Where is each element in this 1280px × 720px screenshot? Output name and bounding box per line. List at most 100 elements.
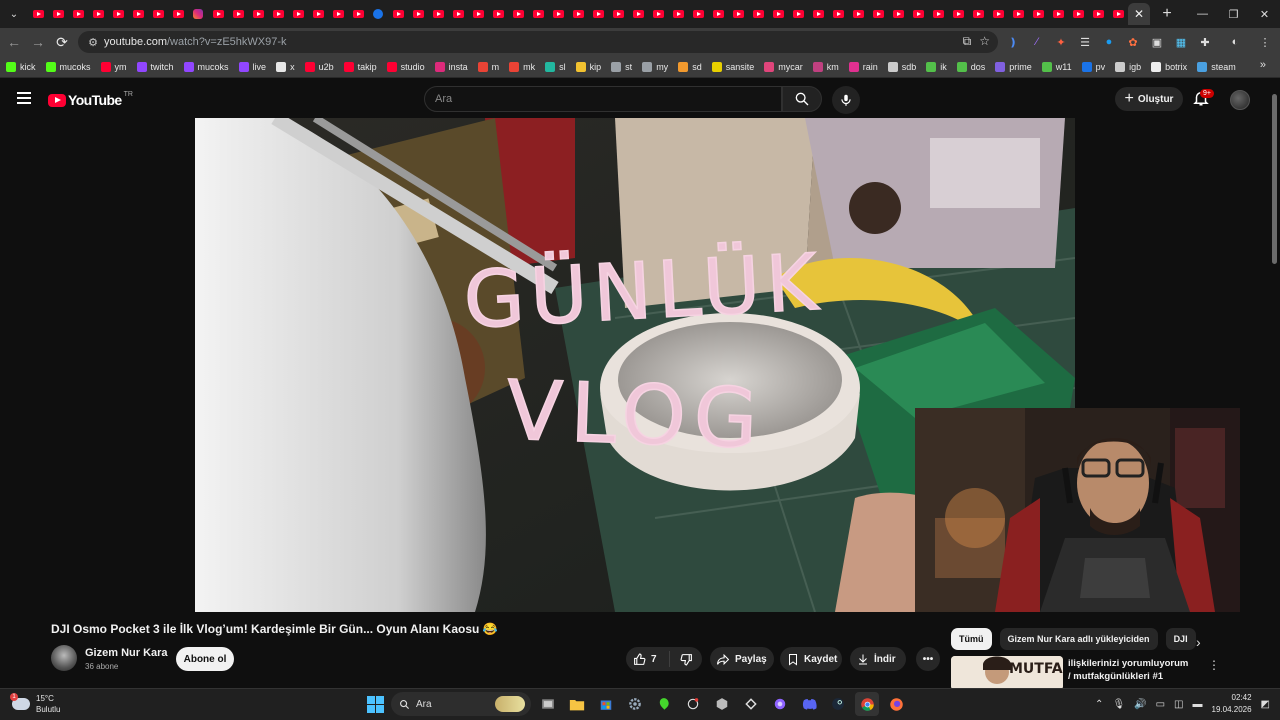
close-tab-icon[interactable]: ✕ — [1128, 3, 1150, 25]
speaker-icon[interactable]: 🔊 — [1134, 699, 1146, 710]
browser-tab[interactable] — [468, 4, 488, 24]
bookmark-item[interactable]: mucoks — [45, 61, 91, 72]
browser-tab[interactable] — [348, 4, 368, 24]
browser-tab[interactable] — [628, 4, 648, 24]
dislike-button[interactable] — [670, 653, 702, 666]
puzzle-icon[interactable]: ✚ — [1196, 33, 1214, 51]
browser-tab[interactable] — [588, 4, 608, 24]
browser-tab[interactable] — [788, 4, 808, 24]
browser-tab[interactable] — [828, 4, 848, 24]
minimize-icon[interactable]: — — [1187, 0, 1218, 28]
browser-tab[interactable] — [1108, 4, 1128, 24]
browser-tab[interactable] — [208, 4, 228, 24]
bookmark-item[interactable]: sdb — [887, 61, 916, 72]
browser-tab[interactable] — [948, 4, 968, 24]
chevron-right-icon[interactable]: › — [1196, 634, 1201, 650]
like-button[interactable]: 7 — [626, 651, 670, 667]
address-bar[interactable]: ⚙ youtube.com/watch?v=zE5hkWX97-k ⧉ ☆ — [78, 31, 998, 53]
notification-center-icon[interactable]: ◩ — [1261, 699, 1270, 710]
taskbar-search[interactable]: Ara — [391, 692, 531, 716]
voice-search-button[interactable] — [832, 86, 860, 114]
bookmark-item[interactable]: kip — [575, 61, 601, 72]
bookmark-item[interactable]: live — [238, 61, 266, 72]
browser-tab[interactable] — [1088, 4, 1108, 24]
browser-tab[interactable] — [708, 4, 728, 24]
reload-icon[interactable]: ⟳ — [50, 30, 74, 54]
battery-icon[interactable]: ▬ — [1193, 699, 1203, 710]
browser-tab[interactable] — [848, 4, 868, 24]
tab-search-icon[interactable]: ⌄ — [4, 4, 24, 24]
bookmark-item[interactable]: mycar — [764, 61, 803, 72]
bookmark-item[interactable]: takip — [343, 61, 377, 72]
bookmark-item[interactable]: dos — [956, 61, 985, 72]
task-view-icon[interactable] — [536, 692, 560, 716]
discord-icon[interactable] — [797, 692, 821, 716]
extension-icon[interactable]: ● — [1100, 33, 1118, 51]
site-info-icon[interactable]: ⚙ — [82, 36, 104, 49]
browser-tab[interactable] — [148, 4, 168, 24]
recommended-thumbnail[interactable]: MUTFAK — [951, 656, 1063, 690]
search-input[interactable] — [435, 93, 765, 105]
browser-tab[interactable] — [1008, 4, 1028, 24]
bookmark-item[interactable]: mucoks — [183, 61, 229, 72]
bookmark-item[interactable]: sl — [545, 61, 566, 72]
bookmark-item[interactable]: pv — [1081, 61, 1105, 72]
browser-tab[interactable] — [88, 4, 108, 24]
channel-avatar[interactable] — [51, 645, 77, 671]
bookmark-item[interactable]: prime — [995, 61, 1032, 72]
browser-tab[interactable] — [248, 4, 268, 24]
browser-tab[interactable] — [428, 4, 448, 24]
browser-tab[interactable] — [268, 4, 288, 24]
filter-chip[interactable]: Tümü — [951, 628, 992, 650]
browser-tab[interactable] — [308, 4, 328, 24]
back-icon[interactable]: ← — [2, 30, 26, 54]
bookmark-item[interactable]: km — [812, 61, 839, 72]
bookmark-item[interactable]: sd — [678, 61, 702, 72]
window-close-icon[interactable]: ✕ — [1249, 0, 1280, 28]
browser-tab[interactable] — [168, 4, 188, 24]
start-button[interactable] — [364, 693, 386, 715]
microphone-icon[interactable]: 🎙 — [1112, 699, 1125, 710]
browser-tab[interactable] — [368, 4, 388, 24]
store-icon[interactable] — [594, 692, 618, 716]
bookmark-item[interactable]: sansite — [711, 61, 754, 72]
browser-tab[interactable] — [808, 4, 828, 24]
bookmarks-overflow-icon[interactable]: » — [1260, 59, 1266, 71]
extension-icon[interactable]: ✿ — [1124, 33, 1142, 51]
extension-icon[interactable]: ▦ — [1172, 33, 1190, 51]
browser-tab[interactable] — [768, 4, 788, 24]
profile-icon[interactable]: ◐ — [1226, 33, 1244, 51]
razer-icon[interactable] — [652, 692, 676, 716]
hamburger-menu-icon[interactable] — [17, 92, 31, 107]
share-button[interactable]: Paylaş — [710, 647, 774, 671]
recommended-title[interactable]: ilişkilerinizi yorumluyorum / mutfakgünl… — [1068, 657, 1193, 683]
bookmark-item[interactable]: st — [611, 61, 632, 72]
browser-tab[interactable] — [888, 4, 908, 24]
browser-tab[interactable] — [728, 4, 748, 24]
app-purple-icon[interactable] — [768, 692, 792, 716]
browser-tab[interactable] — [548, 4, 568, 24]
bookmark-star-icon[interactable]: ☆ — [979, 34, 990, 49]
subscribe-button[interactable]: Abone ol — [176, 647, 234, 671]
browser-tab[interactable] — [408, 4, 428, 24]
browser-tab[interactable] — [1028, 4, 1048, 24]
browser-tab[interactable] — [608, 4, 628, 24]
filter-chip[interactable]: Gizem Nur Kara adlı yükleyiciden — [999, 628, 1158, 650]
bookmark-item[interactable]: twitch — [136, 61, 174, 72]
bookmark-item[interactable]: x — [276, 61, 295, 72]
browser-tab[interactable] — [1048, 4, 1068, 24]
channel-name[interactable]: Gizem Nur Kara — [85, 647, 168, 659]
bookmark-item[interactable]: w11 — [1041, 61, 1072, 72]
browser-tab[interactable] — [228, 4, 248, 24]
bookmark-item[interactable]: insta — [434, 61, 468, 72]
create-button[interactable]: + Oluştur — [1115, 87, 1183, 111]
bookmark-item[interactable]: ik — [926, 61, 947, 72]
bookmark-item[interactable]: igb — [1115, 61, 1141, 72]
filter-chip[interactable]: DJI — [1165, 628, 1196, 650]
extension-icon[interactable]: ☰ — [1076, 33, 1094, 51]
bookmark-item[interactable]: botrix — [1151, 61, 1187, 72]
browser-tab[interactable] — [528, 4, 548, 24]
weather-widget[interactable]: 1 15°C Bulutlu — [10, 693, 60, 715]
save-button[interactable]: Kaydet — [780, 647, 842, 671]
forward-icon[interactable]: → — [26, 30, 50, 54]
